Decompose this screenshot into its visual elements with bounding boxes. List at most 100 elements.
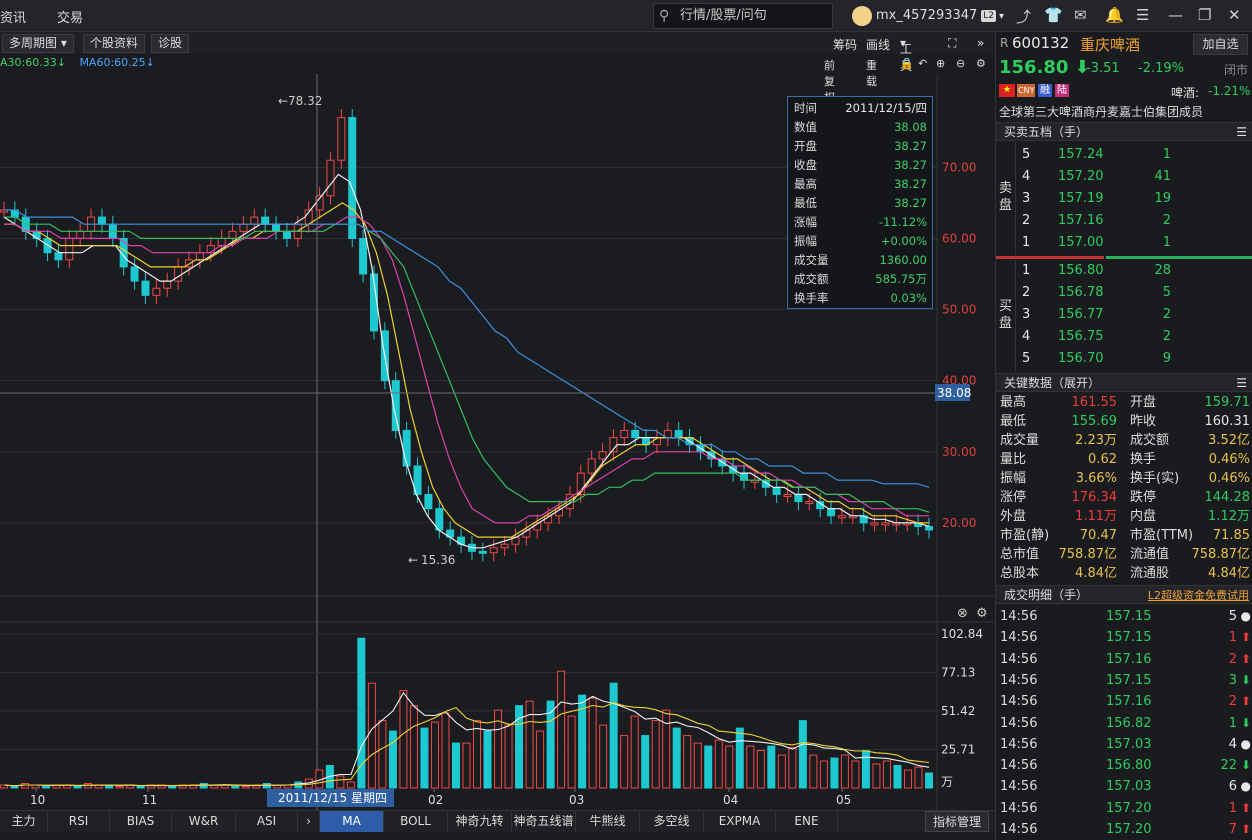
volume-bar: [756, 750, 765, 789]
zoom-out-icon[interactable]: ⊖: [956, 57, 965, 70]
tab-8[interactable]: 神奇五线谱: [512, 811, 576, 832]
info-key: 换手率: [794, 291, 829, 305]
user-menu[interactable]: mx_457293347 L2 ▾: [852, 5, 1004, 27]
candle-body: [261, 216, 270, 225]
orderbook-row[interactable]: 5 156.70 9: [996, 348, 1252, 370]
trade-volume: 4: [1228, 736, 1237, 752]
info-row: 成交额 585.75万: [794, 270, 927, 289]
menu-icon[interactable]: ☰: [1136, 6, 1149, 24]
down-arrow-icon: ⬇: [1240, 758, 1251, 773]
candle-body: [228, 230, 237, 239]
trade-price: 157.20: [1106, 800, 1152, 816]
minimize-icon[interactable]: —: [1168, 6, 1183, 24]
share-icon[interactable]: ⤴: [1016, 6, 1031, 27]
volume-bar: [798, 720, 807, 789]
orderbook-row[interactable]: 3 157.19 19: [996, 188, 1252, 210]
tools-menu[interactable]: 工具 ▾: [900, 36, 912, 73]
collapse-icon[interactable]: »: [977, 36, 984, 50]
tab-10[interactable]: 多空线: [640, 811, 704, 832]
tab-5[interactable]: MA: [320, 811, 384, 832]
search-input[interactable]: ⚲ 行情/股票/问句: [653, 3, 833, 29]
bell-icon[interactable]: 🔔: [1105, 6, 1124, 24]
orderbook-row[interactable]: 1 156.80 28: [996, 260, 1252, 282]
tab-4[interactable]: ASI: [236, 811, 298, 832]
volume-bar: [746, 745, 755, 789]
nav-trade[interactable]: 交易: [57, 7, 83, 26]
l2-promo-link[interactable]: L2超级资金免费试用: [1148, 586, 1249, 605]
tab-0[interactable]: 主力: [0, 811, 48, 832]
info-key: 收盘: [794, 158, 817, 172]
price-tick: 50.00: [942, 303, 976, 317]
chips-button[interactable]: 筹码: [833, 36, 857, 53]
margin-tag: 融: [1038, 84, 1052, 97]
kd-value: 160.31: [1204, 414, 1251, 429]
settings-icon[interactable]: ⚙: [976, 57, 986, 70]
info-value: 0.03%: [890, 291, 927, 305]
keydata-header[interactable]: 关键数据（展开） ☰: [996, 373, 1252, 392]
orderbook-row[interactable]: 2 156.78 5: [996, 282, 1252, 304]
candle-body: [925, 525, 933, 531]
close-icon[interactable]: ✕: [1228, 6, 1241, 24]
ob-volume: 2: [1162, 213, 1171, 228]
kd-key: 流通值: [1130, 547, 1170, 562]
diagnose-button[interactable]: 诊股: [151, 34, 190, 53]
zoom-in-icon[interactable]: ⊕: [936, 57, 945, 70]
candle-body: [250, 216, 259, 225]
indicator-manager-button[interactable]: 指标管理: [925, 811, 989, 832]
tab-11[interactable]: EXPMA: [704, 811, 776, 832]
tab-2[interactable]: BIAS: [110, 811, 172, 832]
candle-body: [805, 501, 814, 505]
tab-3[interactable]: W&R: [172, 811, 236, 832]
kd-value: 159.71: [1204, 395, 1251, 410]
menu-icon[interactable]: ☰: [1236, 123, 1247, 142]
profile-button[interactable]: 个股资料: [83, 34, 146, 53]
orderbook-header[interactable]: 买卖五档（手） ☰: [996, 122, 1252, 141]
sector-label[interactable]: 啤酒:: [1171, 84, 1199, 101]
undo-icon[interactable]: ↶: [918, 57, 927, 70]
volume-bar: [168, 786, 177, 789]
candle-body: [837, 515, 846, 519]
candle-body: [195, 252, 204, 261]
candle-body: [674, 429, 683, 439]
volume-bar: [851, 760, 860, 789]
kd-value: 0.46%: [1208, 471, 1250, 486]
ob-price: 156.80: [1058, 263, 1104, 278]
orderbook-row[interactable]: 4 157.20 41: [996, 166, 1252, 188]
volume-bar: [378, 720, 387, 789]
drawline-button[interactable]: 画线: [866, 36, 890, 53]
restore-icon[interactable]: ❐: [1198, 6, 1211, 24]
tab-9[interactable]: 牛熊线: [576, 811, 640, 832]
orderbook-row[interactable]: 5 157.24 1: [996, 144, 1252, 166]
cn-flag-icon: ★: [999, 84, 1015, 97]
volume-bar: [861, 750, 870, 789]
lock-icon[interactable]: 🔒: [900, 57, 914, 70]
ob-price: 156.77: [1058, 307, 1104, 322]
fullscreen-icon[interactable]: ⛶: [948, 36, 956, 51]
candle-body: [772, 486, 781, 495]
mail-icon[interactable]: ✉: [1074, 6, 1087, 24]
orderbook-row[interactable]: 1 157.00 1: [996, 232, 1252, 254]
tabs-scroll-button[interactable]: ›: [298, 811, 320, 832]
ob-price: 157.19: [1058, 191, 1104, 206]
volume-bar: [599, 724, 608, 789]
tab-1[interactable]: RSI: [48, 811, 110, 832]
down-arrow-icon: ↓: [56, 56, 66, 69]
tab-12[interactable]: ENE: [776, 811, 838, 832]
kd-key: 最低: [1000, 414, 1027, 429]
add-watchlist-button[interactable]: 加自选: [1193, 34, 1248, 55]
close-icon[interactable]: ⊗: [957, 606, 968, 621]
orderbook-row[interactable]: 3 156.77 2: [996, 304, 1252, 326]
trade-row: 14:56 157.15 1 ⬆: [996, 627, 1252, 648]
up-arrow-icon: ⬆: [1240, 800, 1251, 815]
nav-news[interactable]: 资讯: [0, 7, 26, 26]
orderbook-row[interactable]: 2 157.16 2: [996, 210, 1252, 232]
info-key: 成交额: [794, 272, 829, 286]
orderbook-row[interactable]: 4 156.75 2: [996, 326, 1252, 348]
settings-icon[interactable]: ⚙: [976, 606, 988, 621]
volume-bar: [683, 735, 692, 789]
menu-icon[interactable]: ☰: [1236, 374, 1247, 393]
skin-icon[interactable]: 👕: [1044, 6, 1063, 24]
period-dropdown[interactable]: 多周期图 ▾: [2, 34, 74, 53]
tab-7[interactable]: 神奇九转: [448, 811, 512, 832]
tab-6[interactable]: BOLL: [384, 811, 448, 832]
